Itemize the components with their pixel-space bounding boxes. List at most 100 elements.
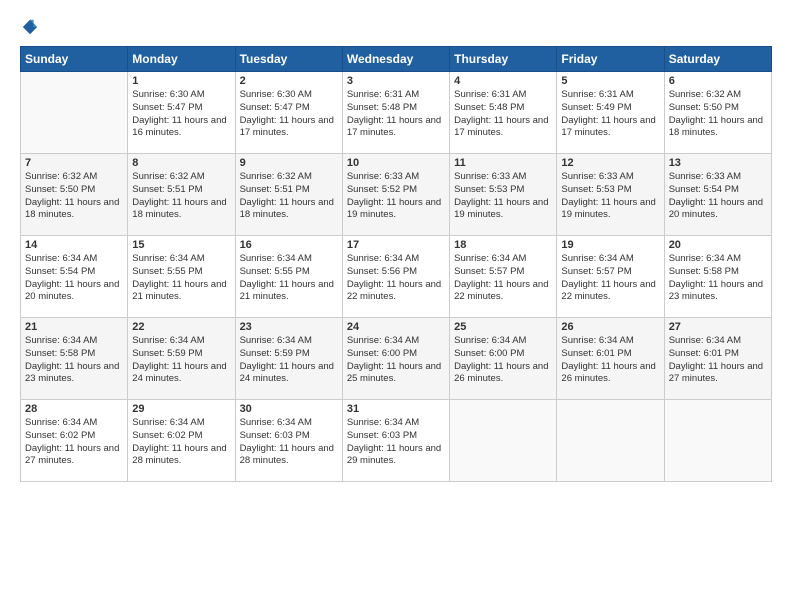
day-number: 16 xyxy=(240,239,338,251)
col-header-wednesday: Wednesday xyxy=(342,47,449,72)
day-cell xyxy=(664,400,771,482)
day-info: Sunrise: 6:34 AMSunset: 6:02 PMDaylight:… xyxy=(25,417,123,468)
day-number: 5 xyxy=(561,75,659,87)
header-row: SundayMondayTuesdayWednesdayThursdayFrid… xyxy=(21,47,772,72)
day-cell: 7 Sunrise: 6:32 AMSunset: 5:50 PMDayligh… xyxy=(21,154,128,236)
day-info: Sunrise: 6:34 AMSunset: 6:03 PMDaylight:… xyxy=(240,417,338,468)
day-cell: 1 Sunrise: 6:30 AMSunset: 5:47 PMDayligh… xyxy=(128,72,235,154)
day-cell: 31 Sunrise: 6:34 AMSunset: 6:03 PMDaylig… xyxy=(342,400,449,482)
day-cell: 20 Sunrise: 6:34 AMSunset: 5:58 PMDaylig… xyxy=(664,236,771,318)
day-number: 9 xyxy=(240,157,338,169)
day-info: Sunrise: 6:34 AMSunset: 5:54 PMDaylight:… xyxy=(25,253,123,304)
day-info: Sunrise: 6:32 AMSunset: 5:50 PMDaylight:… xyxy=(25,171,123,222)
calendar-table: SundayMondayTuesdayWednesdayThursdayFrid… xyxy=(20,46,772,482)
day-number: 25 xyxy=(454,321,552,333)
day-info: Sunrise: 6:33 AMSunset: 5:53 PMDaylight:… xyxy=(561,171,659,222)
day-number: 29 xyxy=(132,403,230,415)
day-cell: 30 Sunrise: 6:34 AMSunset: 6:03 PMDaylig… xyxy=(235,400,342,482)
day-number: 18 xyxy=(454,239,552,251)
day-info: Sunrise: 6:31 AMSunset: 5:49 PMDaylight:… xyxy=(561,89,659,140)
day-info: Sunrise: 6:33 AMSunset: 5:54 PMDaylight:… xyxy=(669,171,767,222)
day-cell: 4 Sunrise: 6:31 AMSunset: 5:48 PMDayligh… xyxy=(450,72,557,154)
day-cell xyxy=(450,400,557,482)
day-cell xyxy=(557,400,664,482)
day-cell: 8 Sunrise: 6:32 AMSunset: 5:51 PMDayligh… xyxy=(128,154,235,236)
day-cell: 19 Sunrise: 6:34 AMSunset: 5:57 PMDaylig… xyxy=(557,236,664,318)
day-cell: 6 Sunrise: 6:32 AMSunset: 5:50 PMDayligh… xyxy=(664,72,771,154)
day-cell xyxy=(21,72,128,154)
day-cell: 18 Sunrise: 6:34 AMSunset: 5:57 PMDaylig… xyxy=(450,236,557,318)
day-info: Sunrise: 6:34 AMSunset: 6:03 PMDaylight:… xyxy=(347,417,445,468)
day-cell: 15 Sunrise: 6:34 AMSunset: 5:55 PMDaylig… xyxy=(128,236,235,318)
day-number: 30 xyxy=(240,403,338,415)
day-cell: 25 Sunrise: 6:34 AMSunset: 6:00 PMDaylig… xyxy=(450,318,557,400)
day-info: Sunrise: 6:34 AMSunset: 5:55 PMDaylight:… xyxy=(240,253,338,304)
day-cell: 12 Sunrise: 6:33 AMSunset: 5:53 PMDaylig… xyxy=(557,154,664,236)
day-cell: 5 Sunrise: 6:31 AMSunset: 5:49 PMDayligh… xyxy=(557,72,664,154)
day-number: 15 xyxy=(132,239,230,251)
day-info: Sunrise: 6:34 AMSunset: 5:57 PMDaylight:… xyxy=(454,253,552,304)
day-number: 12 xyxy=(561,157,659,169)
week-row-4: 21 Sunrise: 6:34 AMSunset: 5:58 PMDaylig… xyxy=(21,318,772,400)
col-header-monday: Monday xyxy=(128,47,235,72)
page-header xyxy=(20,18,772,36)
col-header-tuesday: Tuesday xyxy=(235,47,342,72)
day-info: Sunrise: 6:32 AMSunset: 5:51 PMDaylight:… xyxy=(132,171,230,222)
day-cell: 2 Sunrise: 6:30 AMSunset: 5:47 PMDayligh… xyxy=(235,72,342,154)
week-row-3: 14 Sunrise: 6:34 AMSunset: 5:54 PMDaylig… xyxy=(21,236,772,318)
day-info: Sunrise: 6:34 AMSunset: 5:58 PMDaylight:… xyxy=(669,253,767,304)
calendar-page: SundayMondayTuesdayWednesdayThursdayFrid… xyxy=(0,0,792,612)
day-number: 22 xyxy=(132,321,230,333)
col-header-sunday: Sunday xyxy=(21,47,128,72)
day-cell: 24 Sunrise: 6:34 AMSunset: 6:00 PMDaylig… xyxy=(342,318,449,400)
day-info: Sunrise: 6:30 AMSunset: 5:47 PMDaylight:… xyxy=(132,89,230,140)
day-number: 4 xyxy=(454,75,552,87)
day-cell: 14 Sunrise: 6:34 AMSunset: 5:54 PMDaylig… xyxy=(21,236,128,318)
day-number: 27 xyxy=(669,321,767,333)
week-row-2: 7 Sunrise: 6:32 AMSunset: 5:50 PMDayligh… xyxy=(21,154,772,236)
day-info: Sunrise: 6:34 AMSunset: 6:01 PMDaylight:… xyxy=(669,335,767,386)
day-info: Sunrise: 6:34 AMSunset: 5:55 PMDaylight:… xyxy=(132,253,230,304)
day-info: Sunrise: 6:34 AMSunset: 6:02 PMDaylight:… xyxy=(132,417,230,468)
day-number: 8 xyxy=(132,157,230,169)
day-cell: 9 Sunrise: 6:32 AMSunset: 5:51 PMDayligh… xyxy=(235,154,342,236)
day-info: Sunrise: 6:34 AMSunset: 5:59 PMDaylight:… xyxy=(240,335,338,386)
day-number: 26 xyxy=(561,321,659,333)
week-row-5: 28 Sunrise: 6:34 AMSunset: 6:02 PMDaylig… xyxy=(21,400,772,482)
day-cell: 22 Sunrise: 6:34 AMSunset: 5:59 PMDaylig… xyxy=(128,318,235,400)
col-header-saturday: Saturday xyxy=(664,47,771,72)
day-cell: 10 Sunrise: 6:33 AMSunset: 5:52 PMDaylig… xyxy=(342,154,449,236)
day-info: Sunrise: 6:32 AMSunset: 5:50 PMDaylight:… xyxy=(669,89,767,140)
day-info: Sunrise: 6:33 AMSunset: 5:52 PMDaylight:… xyxy=(347,171,445,222)
day-number: 7 xyxy=(25,157,123,169)
day-number: 10 xyxy=(347,157,445,169)
day-cell: 13 Sunrise: 6:33 AMSunset: 5:54 PMDaylig… xyxy=(664,154,771,236)
col-header-thursday: Thursday xyxy=(450,47,557,72)
day-number: 13 xyxy=(669,157,767,169)
day-number: 17 xyxy=(347,239,445,251)
day-info: Sunrise: 6:34 AMSunset: 6:01 PMDaylight:… xyxy=(561,335,659,386)
day-cell: 27 Sunrise: 6:34 AMSunset: 6:01 PMDaylig… xyxy=(664,318,771,400)
day-info: Sunrise: 6:34 AMSunset: 6:00 PMDaylight:… xyxy=(454,335,552,386)
day-number: 31 xyxy=(347,403,445,415)
day-info: Sunrise: 6:34 AMSunset: 5:57 PMDaylight:… xyxy=(561,253,659,304)
day-number: 11 xyxy=(454,157,552,169)
day-cell: 3 Sunrise: 6:31 AMSunset: 5:48 PMDayligh… xyxy=(342,72,449,154)
day-cell: 23 Sunrise: 6:34 AMSunset: 5:59 PMDaylig… xyxy=(235,318,342,400)
day-cell: 17 Sunrise: 6:34 AMSunset: 5:56 PMDaylig… xyxy=(342,236,449,318)
day-info: Sunrise: 6:34 AMSunset: 5:58 PMDaylight:… xyxy=(25,335,123,386)
day-cell: 16 Sunrise: 6:34 AMSunset: 5:55 PMDaylig… xyxy=(235,236,342,318)
day-info: Sunrise: 6:31 AMSunset: 5:48 PMDaylight:… xyxy=(347,89,445,140)
day-cell: 26 Sunrise: 6:34 AMSunset: 6:01 PMDaylig… xyxy=(557,318,664,400)
day-number: 24 xyxy=(347,321,445,333)
logo-icon xyxy=(21,18,39,36)
col-header-friday: Friday xyxy=(557,47,664,72)
day-number: 28 xyxy=(25,403,123,415)
day-cell: 28 Sunrise: 6:34 AMSunset: 6:02 PMDaylig… xyxy=(21,400,128,482)
day-cell: 11 Sunrise: 6:33 AMSunset: 5:53 PMDaylig… xyxy=(450,154,557,236)
day-info: Sunrise: 6:33 AMSunset: 5:53 PMDaylight:… xyxy=(454,171,552,222)
logo xyxy=(20,18,39,36)
day-cell: 21 Sunrise: 6:34 AMSunset: 5:58 PMDaylig… xyxy=(21,318,128,400)
day-number: 14 xyxy=(25,239,123,251)
day-info: Sunrise: 6:32 AMSunset: 5:51 PMDaylight:… xyxy=(240,171,338,222)
